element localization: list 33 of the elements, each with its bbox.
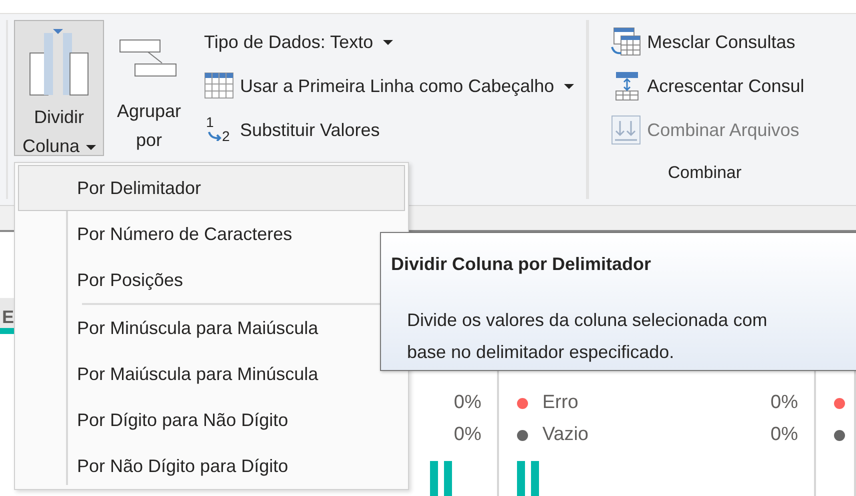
tooltip-text: Divide os valores da coluna selecionada com base no delimitador especificado. [406, 309, 768, 364]
merge-tables-icon [611, 27, 642, 57]
menu-item[interactable]: Por Maiúscula para Minúscula [18, 351, 320, 397]
split-column-button[interactable]: Dividir Coluna [14, 20, 104, 156]
ribbon-button[interactable]: Usar a Primeira Linha como Cabeçalho [200, 64, 578, 108]
ribbon-button[interactable]: Acrescentar Consul [607, 64, 808, 108]
group-by-icon [119, 39, 179, 79]
combine-files-icon [611, 115, 642, 145]
percentage-text: 0% [770, 390, 798, 415]
split-column-icon [29, 27, 89, 97]
group-label: Combinar [666, 162, 743, 184]
percentage-text: 0% [454, 390, 482, 415]
percentage-text: 0% [454, 422, 482, 447]
ribbon-button[interactable]: Mesclar Consultas [607, 20, 808, 64]
menu-item[interactable]: Por Número de Caracteres [18, 211, 294, 257]
ribbon-button[interactable]: Tipo de Dados: Texto [200, 20, 578, 64]
menu-item[interactable]: Por Não Dígito para Dígito [18, 443, 290, 489]
tooltip-title: Dividir Coluna por Delimitador [391, 253, 652, 276]
histogram-bar [531, 461, 540, 496]
caret-icon [86, 144, 96, 150]
status-label: Vazio [542, 422, 588, 447]
percentage-text: 0% [770, 422, 798, 447]
histogram-bar [517, 461, 526, 496]
menu-item[interactable]: Por Delimitador [18, 165, 405, 211]
group-by-button[interactable]: Agrupar por [104, 20, 194, 156]
caret-icon [383, 40, 394, 44]
histogram-bar [444, 461, 452, 496]
caret-icon [564, 84, 574, 88]
menu-item[interactable]: Por Dígito para Não Dígito [18, 397, 290, 443]
table-icon [204, 71, 234, 101]
histogram-bar [430, 461, 438, 496]
ribbon-button[interactable]: 1 2 Substituir Valores [200, 108, 578, 152]
status-label: Erro [542, 390, 578, 415]
